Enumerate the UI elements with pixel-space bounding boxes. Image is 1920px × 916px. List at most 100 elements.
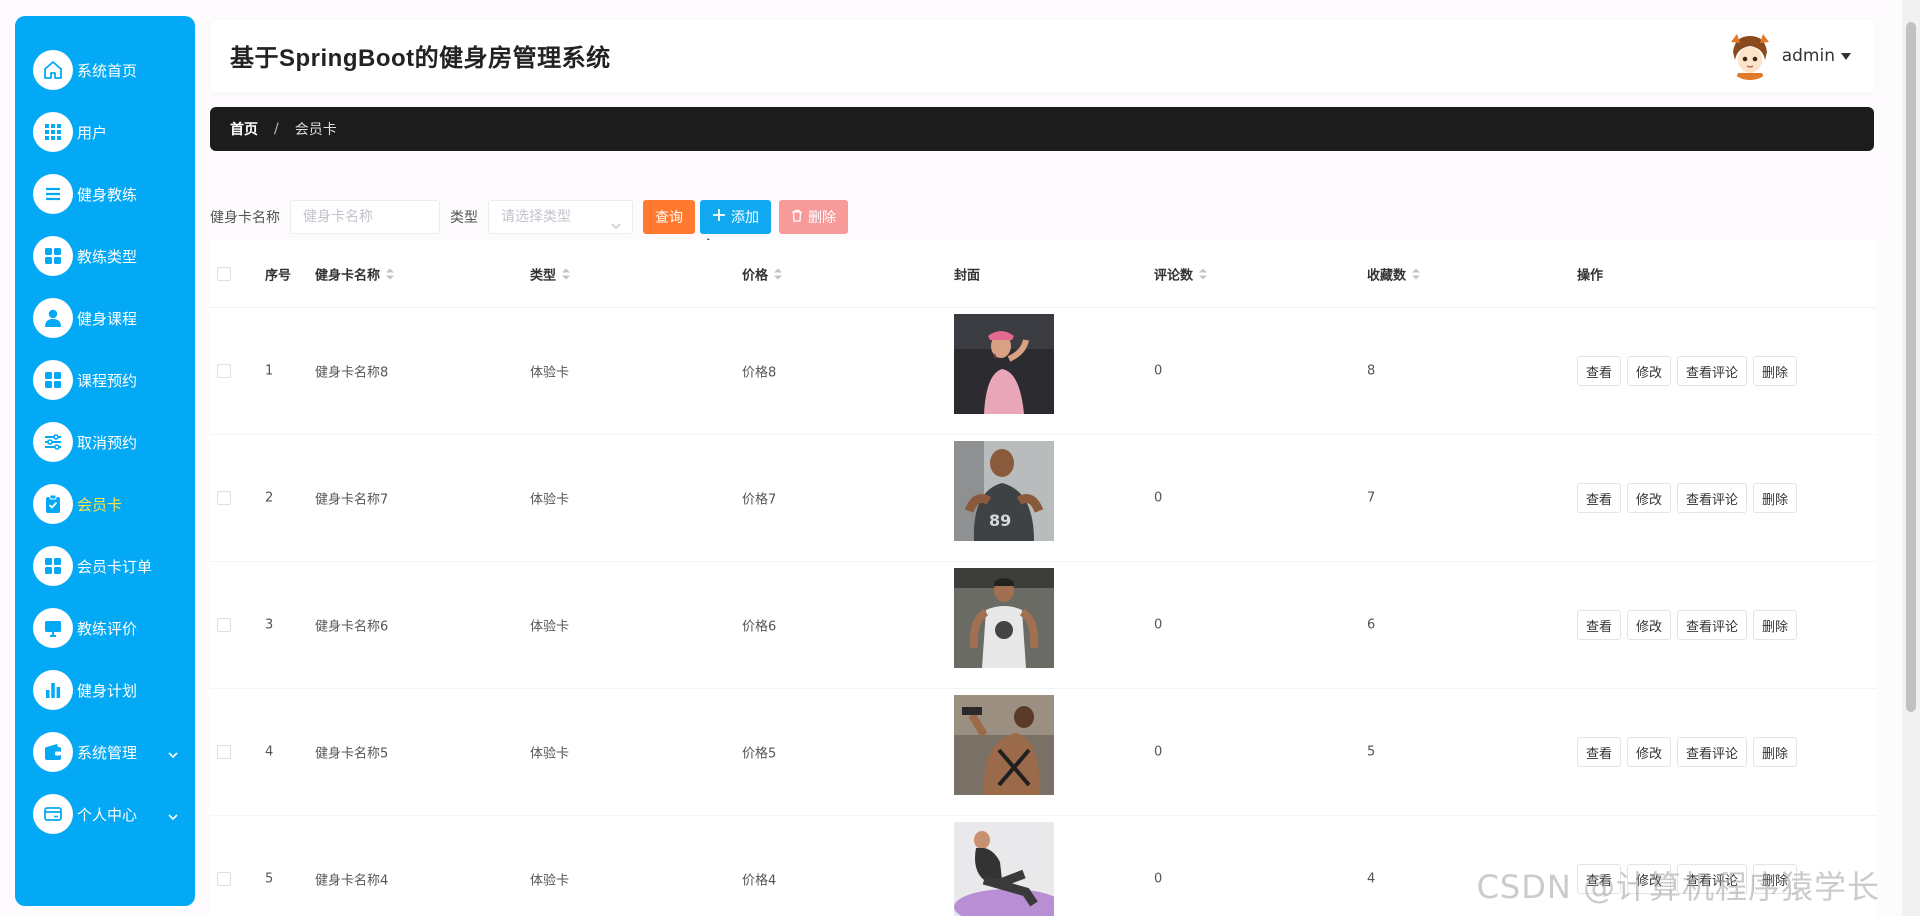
sidebar-item-0[interactable]: 系统首页 [15, 39, 195, 101]
sidebar-item-label: 教练类型 [77, 247, 138, 266]
row-index: 4 [265, 744, 274, 760]
sort-icon[interactable] [562, 268, 571, 283]
sidebar-item-3[interactable]: 教练类型 [15, 225, 195, 287]
caret-down-icon[interactable] [1841, 53, 1851, 60]
sidebar-item-2[interactable]: 健身教练 [15, 163, 195, 225]
sort-icon[interactable] [1412, 268, 1421, 283]
plus-icon [712, 208, 726, 226]
sidebar-item-7[interactable]: 会员卡 [15, 473, 195, 535]
top-header: 基于SpringBoot的健身房管理系统 admin [210, 20, 1875, 92]
row-price: 价格8 [742, 365, 777, 381]
edit-button[interactable]: 修改 [1627, 483, 1672, 513]
row-comment-count: 0 [1154, 871, 1163, 887]
select-all-checkbox[interactable] [217, 266, 231, 281]
user-name[interactable]: admin [1782, 46, 1835, 66]
sidebar-item-11[interactable]: 系统管理 [15, 721, 195, 783]
row-checkbox[interactable] [217, 618, 231, 632]
user-icon [33, 298, 73, 338]
sidebar-item-6[interactable]: 取消预约 [15, 411, 195, 473]
row-favorite-count: 4 [1367, 871, 1376, 887]
row-card-name: 健身卡名称8 [315, 365, 389, 381]
sort-icon[interactable] [774, 268, 783, 283]
user-avatar[interactable] [1725, 30, 1775, 80]
col-actions: 操作 [1577, 268, 1604, 283]
row-cover-image [954, 568, 1054, 668]
table-row: 2 健身卡名称7 体验卡 价格7 89 0 7 查看 修改 查看评论 删除 [210, 435, 1876, 562]
row-checkbox[interactable] [217, 491, 231, 505]
bar-chart-icon [33, 670, 73, 710]
row-cover-image [954, 822, 1054, 916]
delete-button[interactable]: 删除 [1753, 356, 1798, 386]
sidebar-item-label: 会员卡 [77, 495, 123, 514]
row-checkbox[interactable] [217, 872, 231, 886]
view-button[interactable]: 查看 [1577, 483, 1622, 513]
delete-button[interactable]: 删除 [1753, 483, 1798, 513]
edit-button[interactable]: 修改 [1627, 610, 1672, 640]
scrollbar-thumb[interactable] [1906, 22, 1916, 712]
trash-icon [791, 209, 803, 226]
grid-icon [33, 112, 73, 152]
col-price[interactable]: 价格 [742, 264, 783, 283]
row-price: 价格6 [742, 619, 777, 635]
sidebar-item-label: 课程预约 [77, 371, 138, 390]
sort-icon[interactable] [386, 268, 395, 283]
delete-button[interactable]: 删除 [1753, 737, 1798, 767]
col-type[interactable]: 类型 [530, 264, 571, 283]
batch-delete-button[interactable]: 删除 [779, 200, 848, 234]
row-card-name: 健身卡名称7 [315, 492, 389, 508]
card-icon [33, 794, 73, 834]
row-card-name: 健身卡名称4 [315, 873, 389, 889]
apps-icon [33, 360, 73, 400]
sidebar-item-10[interactable]: 健身计划 [15, 659, 195, 721]
view-button[interactable]: 查看 [1577, 737, 1622, 767]
row-checkbox[interactable] [217, 364, 231, 378]
sidebar-item-8[interactable]: 会员卡订单 [15, 535, 195, 597]
edit-button[interactable]: 修改 [1627, 356, 1672, 386]
row-type: 体验卡 [530, 619, 570, 635]
query-button[interactable]: 查询 [643, 200, 695, 234]
row-comment-count: 0 [1154, 490, 1163, 506]
sidebar-item-label: 个人中心 [77, 805, 138, 824]
sidebar-item-4[interactable]: 健身课程 [15, 287, 195, 349]
clipboard-check-icon [33, 484, 73, 524]
view-comments-button[interactable]: 查看评论 [1677, 483, 1748, 513]
apps-icon [33, 236, 73, 276]
view-comments-button[interactable]: 查看评论 [1677, 737, 1748, 767]
batch-delete-label: 删除 [808, 210, 836, 226]
page-scrollbar[interactable] [1902, 0, 1920, 916]
view-button[interactable]: 查看 [1577, 610, 1622, 640]
type-filter-select[interactable]: 请选择类型 [488, 200, 633, 234]
row-index: 2 [265, 490, 274, 506]
sidebar-item-label: 会员卡订单 [77, 557, 153, 576]
view-button[interactable]: 查看 [1577, 356, 1622, 386]
breadcrumb-current: 会员卡 [294, 122, 337, 138]
sidebar-item-9[interactable]: 教练评价 [15, 597, 195, 659]
edit-button[interactable]: 修改 [1627, 737, 1672, 767]
sidebar-item-1[interactable]: 用户 [15, 101, 195, 163]
view-comments-button[interactable]: 查看评论 [1677, 356, 1748, 386]
col-comments-label: 评论数 [1154, 268, 1194, 283]
sidebar-item-label: 取消预约 [77, 433, 138, 452]
sidebar-item-5[interactable]: 课程预约 [15, 349, 195, 411]
sidebar-item-label: 系统管理 [77, 743, 138, 762]
sidebar-item-12[interactable]: 个人中心 [15, 783, 195, 845]
add-button[interactable]: 添加 [700, 200, 771, 234]
col-comments[interactable]: 评论数 [1154, 264, 1208, 283]
sort-icon[interactable] [1199, 268, 1208, 283]
row-comment-count: 0 [1154, 744, 1163, 760]
row-actions: 查看 修改 查看评论 删除 [1577, 737, 1798, 767]
row-actions: 查看 修改 查看评论 删除 [1577, 483, 1798, 513]
col-type-label: 类型 [530, 268, 557, 283]
col-name[interactable]: 健身卡名称 [315, 264, 395, 283]
row-checkbox[interactable] [217, 745, 231, 759]
table-row: 1 健身卡名称8 体验卡 价格8 0 8 查看 修改 查看评论 删除 [210, 308, 1876, 435]
name-filter-input[interactable] [290, 200, 440, 234]
breadcrumb-separator: / [274, 121, 279, 137]
row-cover-image [954, 695, 1054, 795]
delete-button[interactable]: 删除 [1753, 610, 1798, 640]
col-favorites[interactable]: 收藏数 [1367, 264, 1421, 283]
sidebar-item-label: 教练评价 [77, 619, 138, 638]
view-comments-button[interactable]: 查看评论 [1677, 610, 1748, 640]
breadcrumb-home[interactable]: 首页 [230, 119, 258, 139]
row-index: 3 [265, 617, 274, 633]
